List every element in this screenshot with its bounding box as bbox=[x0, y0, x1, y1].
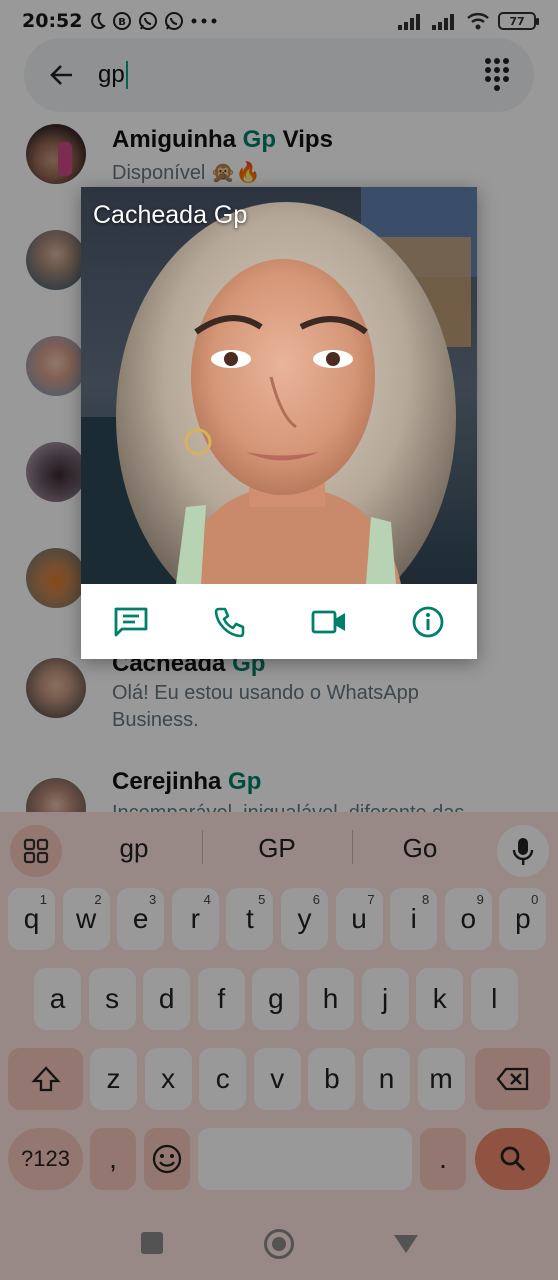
message-button[interactable] bbox=[81, 584, 180, 659]
video-call-button[interactable] bbox=[279, 584, 378, 659]
info-icon bbox=[412, 606, 443, 637]
message-icon bbox=[114, 607, 147, 636]
info-button[interactable] bbox=[378, 584, 477, 659]
profile-photo[interactable]: Cacheada Gp bbox=[81, 187, 477, 584]
popup-actions bbox=[81, 584, 477, 659]
video-call-icon bbox=[311, 610, 345, 633]
phone-icon bbox=[214, 607, 244, 637]
call-button[interactable] bbox=[180, 584, 279, 659]
popup-contact-name: Cacheada Gp bbox=[93, 201, 248, 229]
profile-popup: Cacheada Gp bbox=[81, 187, 477, 659]
